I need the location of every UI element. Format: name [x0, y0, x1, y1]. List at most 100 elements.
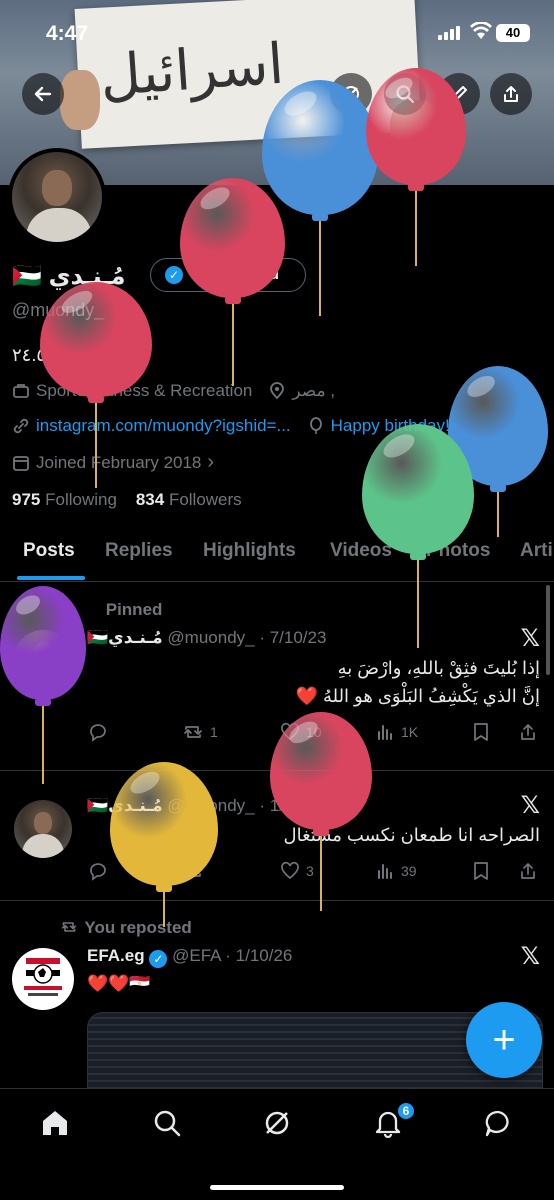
wifi-icon — [470, 22, 492, 39]
reply-icon — [90, 863, 106, 881]
tweet-avatar[interactable] — [14, 800, 72, 858]
nav-search[interactable] — [151, 1107, 183, 1139]
following-label: Following — [45, 490, 117, 509]
signal-icon — [438, 26, 462, 40]
follow-stats: 975 Following 834 Followers — [12, 490, 242, 510]
tab-articles[interactable]: Arti — [520, 540, 553, 562]
compose-button[interactable]: + — [466, 1002, 542, 1078]
divider — [0, 900, 554, 901]
share-tweet-button[interactable] — [518, 861, 538, 881]
efa-logo-icon — [24, 958, 62, 996]
following-count: 975 — [12, 490, 41, 509]
pencil-icon — [452, 86, 467, 101]
back-button[interactable] — [22, 73, 64, 115]
views-button[interactable]: 1K — [375, 722, 418, 742]
followers-count: 834 — [135, 490, 165, 509]
search-button[interactable] — [384, 73, 426, 115]
plus-icon: + — [492, 1017, 516, 1062]
status-bar: 4:47 40 — [0, 0, 554, 62]
profile-name: 🇵🇸 مُـنـدي — [12, 262, 125, 291]
pinned-text: Pinned — [105, 600, 163, 619]
profile-avatar[interactable] — [8, 148, 106, 246]
location-pin-icon — [270, 382, 285, 400]
like-count: 10 — [306, 724, 322, 740]
profile-tabs: Posts Replies Highlights Videos Photos A… — [0, 530, 554, 582]
bookmark-button[interactable] — [472, 722, 490, 742]
bookmark-icon — [474, 723, 488, 741]
search-icon — [154, 1110, 181, 1137]
repost-button[interactable] — [182, 861, 210, 881]
tweet-header: 🇵🇸مُـنـدي @muondy_ · 7/10/23 — [87, 628, 326, 648]
repost-icon — [184, 865, 202, 877]
share-icon — [504, 86, 518, 102]
share-tweet-button[interactable] — [518, 722, 538, 742]
share-icon — [521, 863, 535, 879]
joined-date: Joined February 2018 — [36, 452, 202, 472]
tab-highlights[interactable]: Highlights — [203, 540, 296, 562]
bookmark-button[interactable] — [472, 861, 490, 881]
efa-avatar[interactable] — [12, 948, 74, 1010]
profile-handle: @muondy_ — [12, 300, 105, 320]
tweet-header: EFA.eg ✓ @EFA · 1/10/26 — [87, 946, 292, 968]
nav-grok[interactable] — [261, 1107, 293, 1139]
battery-icon: 40 — [496, 24, 530, 42]
tweet-text-line: ❤️❤️🇪🇬 — [87, 974, 151, 993]
calendar-icon — [13, 455, 29, 471]
views-button[interactable]: 39 — [375, 861, 417, 881]
profile-meta-row-2: instagram.com/muondy?igshid=... Happy bi… — [12, 416, 450, 436]
repost-indicator: You reposted — [58, 918, 192, 938]
like-button[interactable]: 3 — [280, 861, 314, 881]
get-verified-button[interactable]: ✓ Get verified — [150, 258, 306, 292]
home-indicator — [210, 1185, 344, 1190]
like-icon — [281, 722, 299, 741]
views-icon — [378, 725, 392, 740]
like-button[interactable]: 10 — [280, 722, 322, 742]
tab-photos[interactable]: Photos — [426, 540, 490, 562]
briefcase-icon — [13, 384, 29, 398]
nav-home[interactable] — [39, 1107, 71, 1139]
reposted-text: You reposted — [84, 918, 192, 937]
notification-badge: 6 — [396, 1101, 416, 1121]
repost-button[interactable]: 1 — [182, 722, 218, 742]
tweet-avatar[interactable] — [14, 630, 72, 688]
followers-link[interactable]: 834 Followers — [136, 490, 242, 509]
tweet-handle-date: @muondy_ · 1/13/26 — [167, 796, 327, 815]
edit-button[interactable] — [438, 73, 480, 115]
reply-button[interactable] — [88, 861, 114, 881]
scrollbar[interactable] — [546, 585, 550, 675]
tweet-author-name[interactable]: مُـنـدي — [108, 628, 163, 647]
profile-meta-row-3: Joined February 2018 › — [12, 451, 214, 474]
balloon-decoration — [448, 366, 548, 541]
grok-button[interactable] — [330, 73, 372, 115]
share-button[interactable] — [490, 73, 532, 115]
grok-icon — [343, 86, 359, 102]
followers-label: Followers — [168, 490, 242, 509]
tweet-author-name[interactable]: مُـنـدي — [108, 796, 163, 815]
profile-category: Sports, Fitness & Recreation — [36, 381, 253, 400]
tab-posts[interactable]: Posts — [23, 540, 75, 562]
tweet-author-name[interactable]: EFA.eg — [87, 946, 145, 965]
tweet-header: 🇵🇸مُـنـدي @muondy_ · 1/13/26 — [87, 796, 326, 816]
profile-display-name: مُـنـدي — [48, 263, 126, 290]
birthday-text: Happy birthday! — [330, 416, 450, 435]
views-count: 39 — [401, 863, 417, 879]
balloon-decoration — [110, 762, 218, 931]
views-count: 1K — [401, 724, 419, 740]
share-icon — [521, 724, 535, 740]
tab-replies[interactable]: Replies — [105, 540, 173, 562]
profile-bio: ٢٤.٥ — [12, 345, 47, 365]
chevron-right-icon[interactable]: › — [207, 451, 214, 474]
following-link[interactable]: 975 Following — [12, 490, 117, 509]
tweet-handle-date: @EFA · 1/10/26 — [172, 946, 293, 965]
profile-link[interactable]: instagram.com/muondy?igshid=... — [36, 416, 291, 436]
bottom-nav — [0, 1088, 554, 1200]
repost-count: 1 — [210, 724, 218, 740]
like-icon — [281, 861, 299, 880]
status-time: 4:47 — [46, 22, 89, 45]
x-logo-icon: 𝕏 — [520, 943, 540, 970]
repost-icon — [61, 922, 77, 932]
nav-messages[interactable] — [482, 1107, 514, 1139]
flag-icon: 🇵🇸 — [87, 628, 109, 647]
tab-videos[interactable]: Videos — [330, 540, 392, 562]
reply-button[interactable] — [88, 722, 114, 742]
